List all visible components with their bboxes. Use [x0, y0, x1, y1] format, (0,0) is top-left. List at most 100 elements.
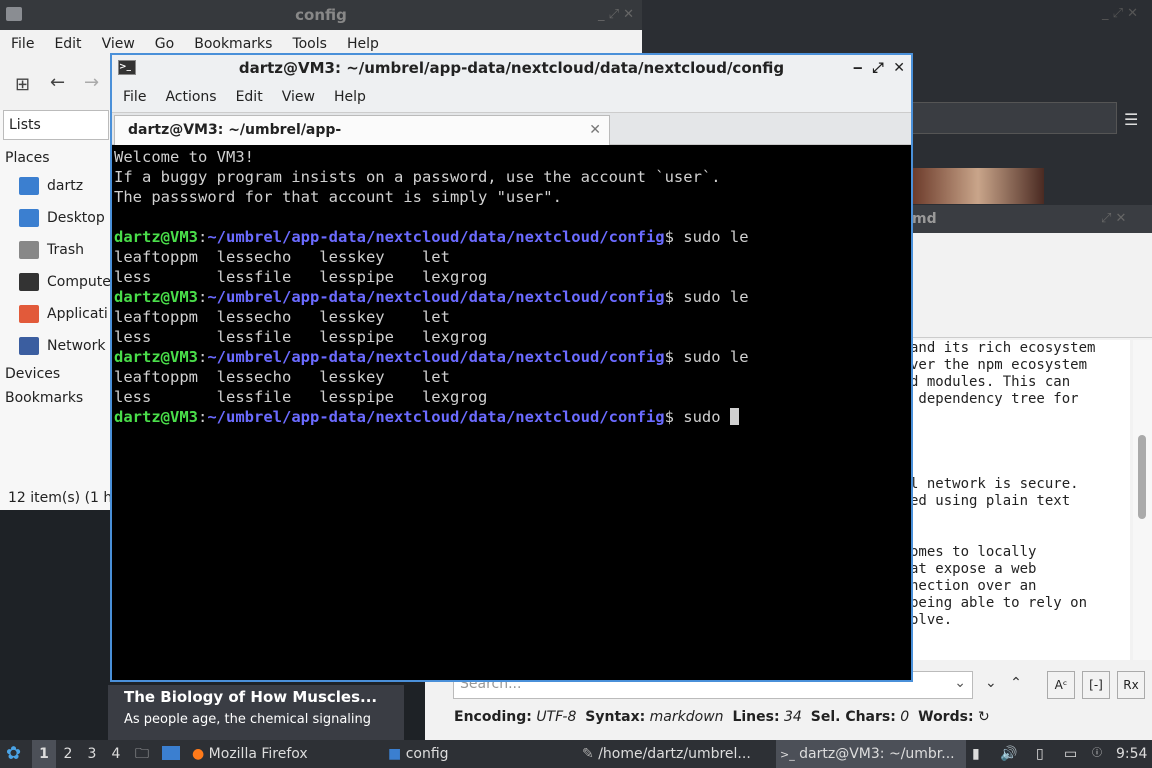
- editor-window-controls[interactable]: ⤢ ✕: [1101, 205, 1126, 233]
- workspace-switcher: 1234: [32, 740, 132, 768]
- places-heading: Places: [5, 150, 50, 166]
- sidebar-item-1[interactable]: Desktop: [0, 202, 112, 234]
- network-icon[interactable]: ▭: [1064, 740, 1086, 768]
- completion-output: leaftoppm lessecho lesskey let: [114, 368, 450, 386]
- editor-line: ver the npm ecosystem: [910, 357, 1088, 373]
- sidebar-item-4[interactable]: Applicati: [0, 298, 112, 330]
- terminal-menu-help[interactable]: Help: [323, 81, 374, 105]
- terminal-icon: >_: [118, 60, 136, 75]
- clock[interactable]: 9:54: [1116, 740, 1150, 768]
- app-menu-icon[interactable]: ✿: [6, 740, 28, 768]
- url-bar[interactable]: [912, 102, 1117, 134]
- terminal-menu-actions[interactable]: Actions: [154, 81, 224, 105]
- sidebar-item-label: dartz: [47, 178, 84, 194]
- task-firefox[interactable]: ● Mozilla Firefox: [192, 740, 382, 768]
- prompt-sep: :: [198, 408, 208, 426]
- places-list: dartz Desktop Trash Compute Applicati Network: [0, 170, 112, 362]
- fm-menu-go[interactable]: Go: [144, 30, 183, 52]
- workspace-4[interactable]: 4: [104, 740, 128, 768]
- news-headline[interactable]: The Biology of How Muscles...: [124, 688, 377, 706]
- volume-icon[interactable]: 🔊: [1000, 740, 1018, 768]
- editor-statusbar: Encoding: UTF-8 Syntax: markdown Lines: …: [454, 709, 990, 725]
- desktop-icon: [19, 209, 39, 227]
- words-label: Words:: [918, 709, 974, 725]
- terminal-line: less lessfile lesspipe lexgrog: [114, 267, 909, 287]
- fm-title: config: [295, 6, 347, 24]
- bookmarks-heading[interactable]: Bookmarks: [0, 386, 112, 410]
- terminal-window-controls[interactable]: ‒ ⤢ ✕: [853, 55, 905, 81]
- firefox-icon: ●: [192, 746, 205, 762]
- scrollbar-thumb[interactable]: [1138, 435, 1146, 519]
- completion-output: less lessfile lesspipe lexgrog: [114, 328, 488, 346]
- info-icon[interactable]: ⓘ: [1092, 740, 1108, 768]
- fm-window-controls[interactable]: _ ⤢ ✕: [598, 0, 634, 30]
- fm-menu-tools[interactable]: Tools: [281, 30, 336, 52]
- match-case-icon[interactable]: Aᶜ: [1047, 671, 1075, 699]
- editor-scrollbar[interactable]: [1133, 340, 1152, 660]
- sidebar-item-2[interactable]: Trash: [0, 234, 112, 266]
- sidebar-item-0[interactable]: dartz: [0, 170, 112, 202]
- fm-menu-file[interactable]: File: [0, 30, 43, 52]
- sidebar-item-label: Trash: [47, 242, 84, 258]
- trash-tray-icon[interactable]: ▮: [972, 740, 988, 768]
- terminal-tab[interactable]: dartz@VM3: ~/umbrel/app-data...tcloud/da…: [114, 115, 610, 166]
- editor-line: nection over an: [910, 578, 1037, 594]
- task-terminal[interactable]: >_ dartz@VM3: ~/umbr...: [776, 740, 966, 768]
- devices-heading[interactable]: Devices: [0, 362, 112, 386]
- welcome-text: The passsword for that account is simply…: [114, 188, 562, 206]
- whole-word-icon[interactable]: [-]: [1082, 671, 1110, 699]
- prompt-path: ~/umbrel/app-data/nextcloud/data/nextclo…: [207, 348, 665, 366]
- terminal-menu-file[interactable]: File: [112, 81, 154, 105]
- sidebar-item-label: Applicati: [47, 306, 108, 322]
- forward-arrow-icon[interactable]: →: [84, 72, 99, 93]
- task-editor[interactable]: ✎ /home/dartz/umbrel...: [582, 740, 772, 768]
- syntax-value: markdown: [649, 709, 724, 725]
- prompt-sep: :: [198, 348, 208, 366]
- fm-menu-view[interactable]: View: [91, 30, 144, 52]
- prompt-user-host: dartz@VM3: [114, 228, 198, 246]
- workspace-2[interactable]: 2: [56, 740, 80, 768]
- applications-icon: [19, 305, 39, 323]
- terminal-output[interactable]: Welcome to VM3! If a buggy program insist…: [114, 146, 909, 680]
- prompt-sep: :: [198, 288, 208, 306]
- regex-icon[interactable]: Rx: [1117, 671, 1145, 699]
- editor-text-area[interactable]: and its rich ecosystem ver the npm ecosys…: [910, 340, 1130, 660]
- task-config[interactable]: ■ config: [388, 740, 578, 768]
- sidebar-item-5[interactable]: Network: [0, 330, 112, 362]
- terminal-line: leaftoppm lessecho lesskey let: [114, 247, 909, 267]
- terminal-menu-view[interactable]: View: [271, 81, 323, 105]
- fm-menu-help[interactable]: Help: [336, 30, 388, 52]
- hamburger-icon[interactable]: ☰: [1124, 110, 1138, 129]
- terminal-menu-edit[interactable]: Edit: [225, 81, 271, 105]
- close-tab-icon[interactable]: ✕: [589, 116, 601, 144]
- refresh-icon[interactable]: ↻: [978, 709, 990, 725]
- terminal-line: If a buggy program insists on a password…: [114, 167, 909, 187]
- clipboard-icon[interactable]: ▯: [1036, 740, 1054, 768]
- editor-line: and its rich ecosystem: [910, 340, 1096, 356]
- workspace-1[interactable]: 1: [32, 740, 56, 768]
- welcome-text: Welcome to VM3!: [114, 148, 254, 166]
- lists-selector[interactable]: Lists: [3, 110, 109, 140]
- bg-window-controls[interactable]: _ ⤢ ✕: [1102, 6, 1138, 21]
- chevron-down-icon[interactable]: ⌄: [954, 675, 966, 691]
- syntax-label: Syntax:: [585, 709, 646, 725]
- task-label: Mozilla Firefox: [208, 746, 308, 762]
- prompt-path: ~/umbrel/app-data/nextcloud/data/nextclo…: [207, 288, 665, 306]
- workspace-3[interactable]: 3: [80, 740, 104, 768]
- desktop-icon[interactable]: [162, 740, 184, 768]
- encoding-value: UTF-8: [536, 709, 577, 725]
- files-launcher-icon[interactable]: 🗀: [135, 740, 155, 768]
- prompt-path: ~/umbrel/app-data/nextcloud/data/nextclo…: [207, 408, 665, 426]
- new-tab-icon[interactable]: ⊞: [15, 74, 30, 95]
- editor-toolbar: [910, 233, 1152, 338]
- fm-menu-bookmarks[interactable]: Bookmarks: [183, 30, 281, 52]
- back-arrow-icon[interactable]: ←: [50, 72, 65, 93]
- sidebar-item-3[interactable]: Compute: [0, 266, 112, 298]
- editor-icon: ✎: [582, 746, 594, 762]
- search-prev-next[interactable]: ⌄ ⌃: [985, 675, 1022, 691]
- fm-menu-edit[interactable]: Edit: [43, 30, 90, 52]
- editor-line: l network is secure.: [910, 476, 1079, 492]
- news-card[interactable]: The Biology of How Muscles... As people …: [108, 685, 404, 740]
- terminal-line: less lessfile lesspipe lexgrog: [114, 387, 909, 407]
